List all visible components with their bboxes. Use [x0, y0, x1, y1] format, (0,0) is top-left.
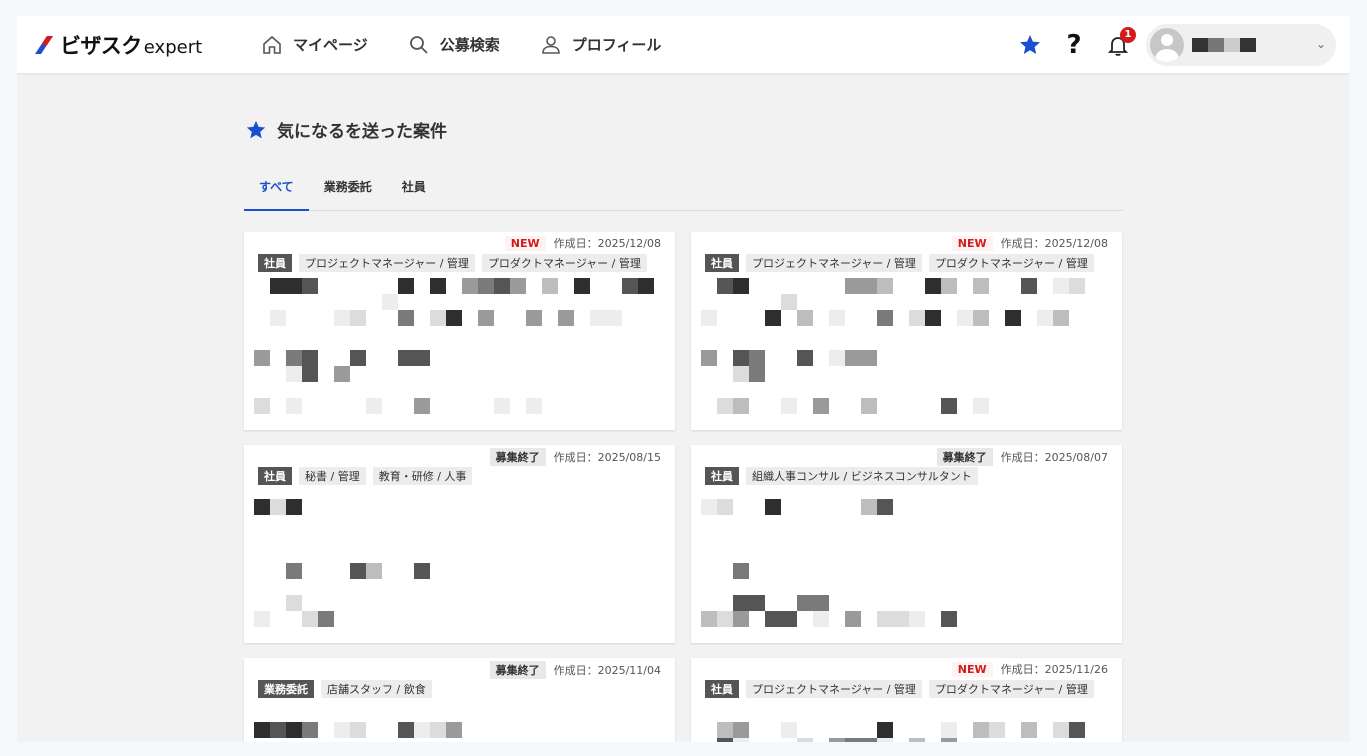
- header-actions: ? 1 ⌄: [1008, 16, 1336, 73]
- card-meta: 募集終了 作成日：2025/08/07: [936, 448, 1108, 466]
- search-icon: [409, 35, 428, 54]
- tag-employment-type: 社員: [705, 680, 739, 698]
- logo-slash-icon: [35, 36, 53, 54]
- card-meta: NEW 作成日：2025/12/08: [504, 235, 661, 251]
- favorites-button[interactable]: [1008, 23, 1052, 67]
- created-date: 作成日：2025/12/08: [553, 237, 661, 250]
- status-badge: 募集終了: [489, 448, 546, 466]
- tag-employment-type: 社員: [705, 254, 739, 272]
- user-menu[interactable]: ⌄: [1146, 23, 1336, 66]
- tag-category: プロダクトマネージャー / 管理: [928, 254, 1094, 272]
- nav-search-label: 公募検索: [439, 36, 500, 54]
- page-title: 気になるを送った案件: [245, 117, 447, 142]
- help-button[interactable]: ?: [1052, 23, 1096, 67]
- status-badge: NEW: [504, 235, 546, 251]
- tag-employment-type: 社員: [258, 254, 292, 272]
- star-icon: [1020, 34, 1040, 54]
- avatar: [1150, 27, 1184, 62]
- card-tags: 業務委託 店舗スタッフ / 飲食: [258, 680, 439, 698]
- created-date: 作成日：2025/12/08: [1000, 237, 1108, 250]
- job-card[interactable]: 募集終了 作成日：2025/08/07 社員 組織人事コンサル / ビジネスコン…: [691, 445, 1122, 643]
- job-card[interactable]: 募集終了 作成日：2025/08/15 社員 秘書 / 管理 教育・研修 / 人…: [244, 445, 675, 643]
- card-meta: NEW 作成日：2025/12/08: [951, 235, 1108, 251]
- nav-mypage-label: マイページ: [293, 36, 368, 54]
- job-card[interactable]: NEW 作成日：2025/12/08 社員 プロジェクトマネージャー / 管理 …: [691, 232, 1122, 430]
- notifications-button[interactable]: 1: [1096, 23, 1140, 67]
- card-meta: NEW 作成日：2025/11/26: [951, 661, 1108, 677]
- main-nav: マイページ 公募検索 プロフィール: [261, 16, 701, 73]
- nav-profile[interactable]: プロフィール: [540, 34, 662, 56]
- card-meta: 募集終了 作成日：2025/11/04: [489, 661, 661, 679]
- logo[interactable]: ビザスク expert: [33, 30, 202, 60]
- home-icon: [263, 35, 281, 54]
- tag-category: プロダクトマネージャー / 管理: [481, 254, 647, 272]
- tag-category: 組織人事コンサル / ビジネスコンサルタント: [746, 467, 978, 485]
- tag-category: 秘書 / 管理: [299, 467, 366, 485]
- card-tags: 社員 プロジェクトマネージャー / 管理 プロダクトマネージャー / 管理: [705, 680, 1101, 698]
- card-tags: 社員 秘書 / 管理 教育・研修 / 人事: [258, 467, 479, 485]
- top-header: ビザスク expert マイページ 公募検索 プロフィール ? 1 ⌄: [17, 16, 1350, 73]
- notification-count-badge: 1: [1120, 26, 1136, 43]
- created-date: 作成日：2025/08/07: [1000, 451, 1108, 464]
- created-date: 作成日：2025/11/04: [553, 664, 661, 677]
- card-tags: 社員 プロジェクトマネージャー / 管理 プロダクトマネージャー / 管理: [258, 254, 654, 272]
- status-badge: 募集終了: [489, 661, 546, 679]
- card-tags: 社員 プロジェクトマネージャー / 管理 プロダクトマネージャー / 管理: [705, 254, 1101, 272]
- tag-category: プロジェクトマネージャー / 管理: [299, 254, 475, 272]
- nav-search[interactable]: 公募検索: [408, 34, 500, 56]
- logo-sub-text: expert: [143, 37, 203, 58]
- created-date: 作成日：2025/08/15: [553, 451, 661, 464]
- card-meta: 募集終了 作成日：2025/08/15: [489, 448, 661, 466]
- tab-employee[interactable]: 社員: [387, 170, 441, 211]
- tag-employment-type: 社員: [705, 467, 739, 485]
- star-icon: [246, 120, 266, 138]
- tag-category: プロダクトマネージャー / 管理: [928, 680, 1094, 698]
- created-date: 作成日：2025/11/26: [1000, 663, 1108, 676]
- status-badge: 募集終了: [936, 448, 993, 466]
- job-card[interactable]: 募集終了 作成日：2025/11/04 業務委託 店舗スタッフ / 飲食: [244, 658, 675, 742]
- logo-main-text: ビザスク: [60, 34, 142, 58]
- tag-category: 教育・研修 / 人事: [372, 467, 473, 485]
- card-tags: 社員 組織人事コンサル / ビジネスコンサルタント: [705, 467, 985, 485]
- job-card[interactable]: NEW 作成日：2025/12/08 社員 プロジェクトマネージャー / 管理 …: [244, 232, 675, 430]
- status-badge: NEW: [951, 235, 993, 251]
- page-title-text: 気になるを送った案件: [277, 122, 447, 142]
- filter-tabs: すべて 業務委託 社員: [244, 170, 1123, 211]
- tag-employment-type: 業務委託: [258, 680, 314, 698]
- chevron-down-icon: ⌄: [1315, 36, 1326, 51]
- tag-category: プロジェクトマネージャー / 管理: [746, 680, 922, 698]
- tag-category: 店舗スタッフ / 飲食: [321, 680, 432, 698]
- app-window: ビザスク expert マイページ 公募検索 プロフィール ? 1 ⌄ 気になる…: [17, 16, 1350, 742]
- tab-all[interactable]: すべて: [244, 170, 309, 211]
- person-icon: [541, 35, 560, 54]
- question-icon: ?: [1066, 29, 1082, 60]
- nav-profile-label: プロフィール: [571, 36, 662, 54]
- tab-contract[interactable]: 業務委託: [309, 170, 387, 211]
- tag-employment-type: 社員: [258, 467, 292, 485]
- job-card[interactable]: NEW 作成日：2025/11/26 社員 プロジェクトマネージャー / 管理 …: [691, 658, 1122, 742]
- status-badge: NEW: [951, 661, 993, 677]
- user-name-redacted: [1192, 37, 1256, 52]
- tag-category: プロジェクトマネージャー / 管理: [746, 254, 922, 272]
- nav-mypage[interactable]: マイページ: [261, 34, 368, 56]
